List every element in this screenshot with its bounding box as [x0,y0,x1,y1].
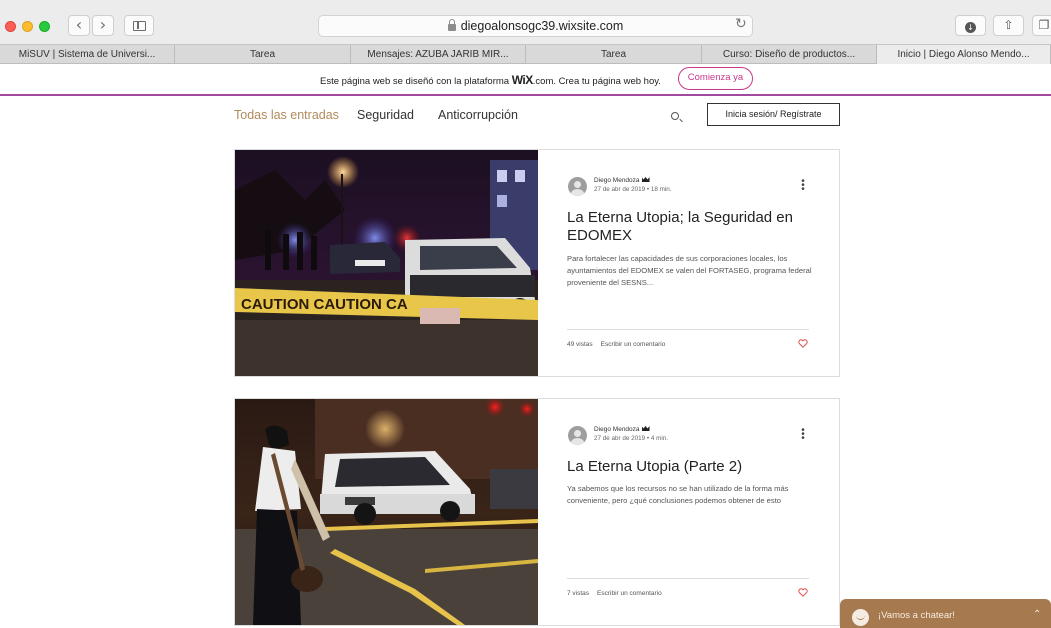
author-name[interactable]: Diego Mendoza [594,177,650,184]
url-text: diegoalonsogc39.wixsite.com [460,19,624,33]
author-avatar[interactable] [568,426,587,445]
chat-label: ¡Vamos a chatear! [878,610,955,621]
post-title[interactable]: La Eterna Utopia; la Seguridad en EDOMEX [567,209,817,245]
post-content: Diego Mendoza 27 de abr de 2019 • 18 min… [538,150,840,376]
browser-tab[interactable]: Tarea [526,45,702,64]
post-cover-image[interactable]: CAUTION CAUTION CA [235,150,538,376]
write-comment-link[interactable]: Escribir un comentario [601,341,666,348]
download-icon: ↓ [965,22,976,33]
wix-logo[interactable]: WiX [512,73,534,87]
crown-icon [641,177,650,182]
browser-toolbar: ‹ › diegoalonsogc39.wixsite.com ↻ ↓ ⇧ ❐ [0,0,1051,44]
post-stats: 7 vistas Escribir un comentario [567,590,662,597]
back-button[interactable]: ‹ [68,15,90,36]
minimize-window-button[interactable] [22,21,33,32]
browser-tab[interactable]: Tarea [175,45,351,64]
chevron-right-icon: › [99,15,107,34]
heart-icon[interactable] [798,339,808,348]
author-name[interactable]: Diego Mendoza [594,426,650,433]
post-content: Diego Mendoza 27 de abr de 2019 • 4 min.… [538,399,840,625]
share-icon: ⇧ [1003,18,1014,32]
search-icon[interactable] [671,112,679,120]
post-meta: 27 de abr de 2019 • 18 min. [594,186,672,193]
tab-overview-button[interactable]: ❐ [1032,15,1051,36]
post-cover-image[interactable] [235,399,538,625]
reload-icon[interactable]: ↻ [735,16,747,32]
forward-button[interactable]: › [92,15,114,36]
post-excerpt[interactable]: Ya sabemos que los recursos no se han ut… [567,483,812,507]
post-title[interactable]: La Eterna Utopia (Parte 2) [567,458,817,476]
close-window-button[interactable] [5,21,16,32]
crown-icon [641,426,650,431]
views-count: 7 vistas [567,590,590,597]
tab-bar: MiSUV | Sistema de Universi... Tarea Men… [0,44,1051,64]
downloads-button[interactable]: ↓ [955,15,986,36]
post-stats: 49 vistas Escribir un comentario [567,341,665,348]
tabs-icon: ❐ [1038,18,1050,32]
address-bar[interactable]: diegoalonsogc39.wixsite.com [318,15,753,37]
write-comment-link[interactable]: Escribir un comentario [597,590,662,597]
views-count: 49 vistas [567,341,593,348]
post-divider [567,329,809,330]
browser-tab[interactable]: MiSUV | Sistema de Universi... [0,45,175,64]
chat-widget[interactable]: ¡Vamos a chatear! ⌃ [840,599,1051,628]
lock-icon [447,19,456,31]
caution-tape-text: CAUTION CAUTION CA [241,296,408,313]
wix-banner: Este página web se diseñó con la platafo… [0,64,1051,96]
wix-banner-text: Este página web se diseñó con la platafo… [320,73,661,87]
sidebar-toggle-button[interactable] [124,15,154,36]
author-avatar[interactable] [568,177,587,196]
category-anticorruption[interactable]: Anticorrupción [438,108,518,122]
browser-tab[interactable]: Mensajes: AZUBA JARIB MIR... [351,45,526,64]
category-all-posts[interactable]: Todas las entradas [234,108,339,122]
post-excerpt[interactable]: Para fortalecer las capacidades de sus c… [567,253,812,289]
start-now-button[interactable]: Comienza ya [678,67,753,90]
chevron-up-icon[interactable]: ⌃ [1033,609,1041,620]
post-meta: 27 de abr de 2019 • 4 min. [594,435,668,442]
heart-icon[interactable] [798,588,808,597]
blog-nav: Todas las entradas Seguridad Anticorrupc… [0,98,1051,134]
share-button[interactable]: ⇧ [993,15,1024,36]
smiley-icon [852,609,869,626]
chevron-left-icon: ‹ [75,15,83,34]
zoom-window-button[interactable] [39,21,50,32]
post-card[interactable]: Diego Mendoza 27 de abr de 2019 • 4 min.… [234,398,840,626]
browser-tab[interactable]: Curso: Diseño de productos... [702,45,877,64]
post-card[interactable]: CAUTION CAUTION CA Diego Mendoza 27 de a… [234,149,840,377]
category-security[interactable]: Seguridad [357,108,414,122]
more-options-icon[interactable]: • • • [801,426,805,444]
browser-tab-active[interactable]: Inicio | Diego Alonso Mendo... [877,45,1051,64]
post-divider [567,578,809,579]
login-signup-button[interactable]: Inicia sesión/ Regístrate [707,103,840,126]
more-options-icon[interactable]: • • • [801,177,805,195]
sidebar-icon [133,21,146,31]
